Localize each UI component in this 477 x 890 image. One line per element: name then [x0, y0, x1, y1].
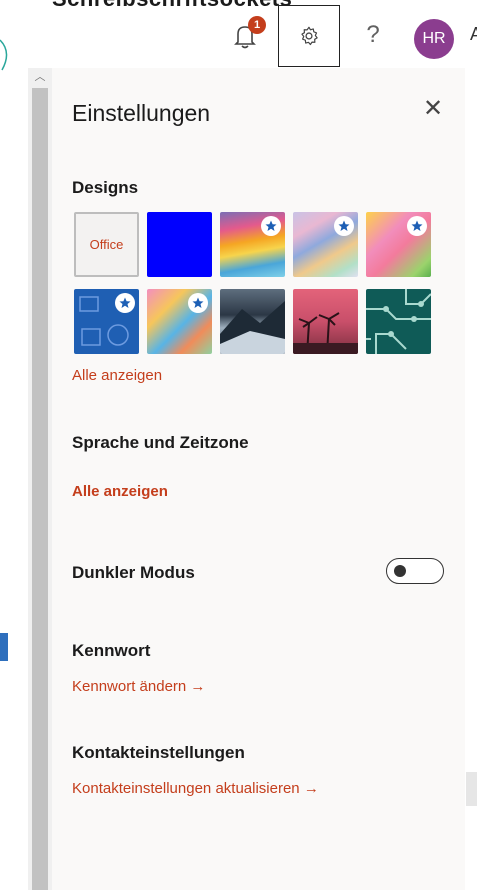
toggle-knob [394, 565, 406, 577]
star-icon [407, 216, 427, 236]
circuit-pattern [366, 289, 431, 354]
theme-pink-unicorn[interactable] [366, 212, 431, 277]
star-icon [115, 293, 135, 313]
avatar[interactable]: HR [414, 19, 454, 59]
gear-icon [301, 26, 318, 46]
background-scrollbar-sliver [466, 772, 477, 806]
language-heading: Sprache und Zeitzone [72, 433, 249, 452]
palm-trees [293, 312, 358, 354]
decorative-curve [0, 39, 8, 71]
update-contacts-link[interactable]: Kontakteinstellungen aktualisieren → [72, 780, 319, 797]
settings-panel: Einstellungen ✕ Designs Office Alle anze… [52, 68, 465, 890]
theme-teal-circuit[interactable] [366, 289, 431, 354]
theme-blue[interactable] [147, 212, 212, 277]
theme-office[interactable]: Office [74, 212, 139, 277]
scroll-up-arrow-icon[interactable]: ︿ [28, 68, 52, 86]
theme-colorful-waves[interactable] [220, 212, 285, 277]
dark-mode-toggle[interactable] [386, 558, 444, 584]
theme-office-label: Office [89, 237, 124, 252]
theme-colorful-pixels[interactable] [147, 289, 212, 354]
star-icon [188, 293, 208, 313]
theme-mountain[interactable] [220, 289, 285, 354]
close-icon: ✕ [422, 95, 444, 122]
mountain-shape [220, 301, 285, 354]
theme-blue-circuit-doodle[interactable] [74, 289, 139, 354]
scrollbar-thumb[interactable] [32, 88, 48, 890]
scrollbar[interactable]: ︿ [28, 68, 52, 890]
designs-show-all-link[interactable]: Alle anzeigen [72, 367, 162, 384]
notification-badge: 1 [248, 16, 266, 34]
close-button[interactable]: ✕ [420, 96, 446, 122]
star-icon [334, 216, 354, 236]
edge-text: A [470, 24, 477, 44]
top-bar: Schreibschriftsockets 1 ? HR A [0, 0, 477, 71]
language-show-all-link[interactable]: Alle anzeigen [72, 483, 168, 500]
settings-button[interactable] [278, 5, 340, 67]
help-button[interactable]: ? [358, 18, 388, 52]
contacts-heading: Kontakteinstellungen [72, 743, 245, 762]
page-title-cut: Schreibschriftsockets [52, 0, 292, 12]
panel-title: Einstellungen [72, 100, 211, 126]
password-heading: Kennwort [72, 641, 151, 660]
change-password-link[interactable]: Kennwort ändern → [72, 678, 205, 695]
designs-heading: Designs [72, 178, 139, 197]
dark-mode-label: Dunkler Modus [72, 563, 195, 582]
theme-palm-sunset[interactable] [293, 289, 358, 354]
theme-pastel-swirl[interactable] [293, 212, 358, 277]
background-sliver [0, 633, 8, 661]
star-icon [261, 216, 281, 236]
